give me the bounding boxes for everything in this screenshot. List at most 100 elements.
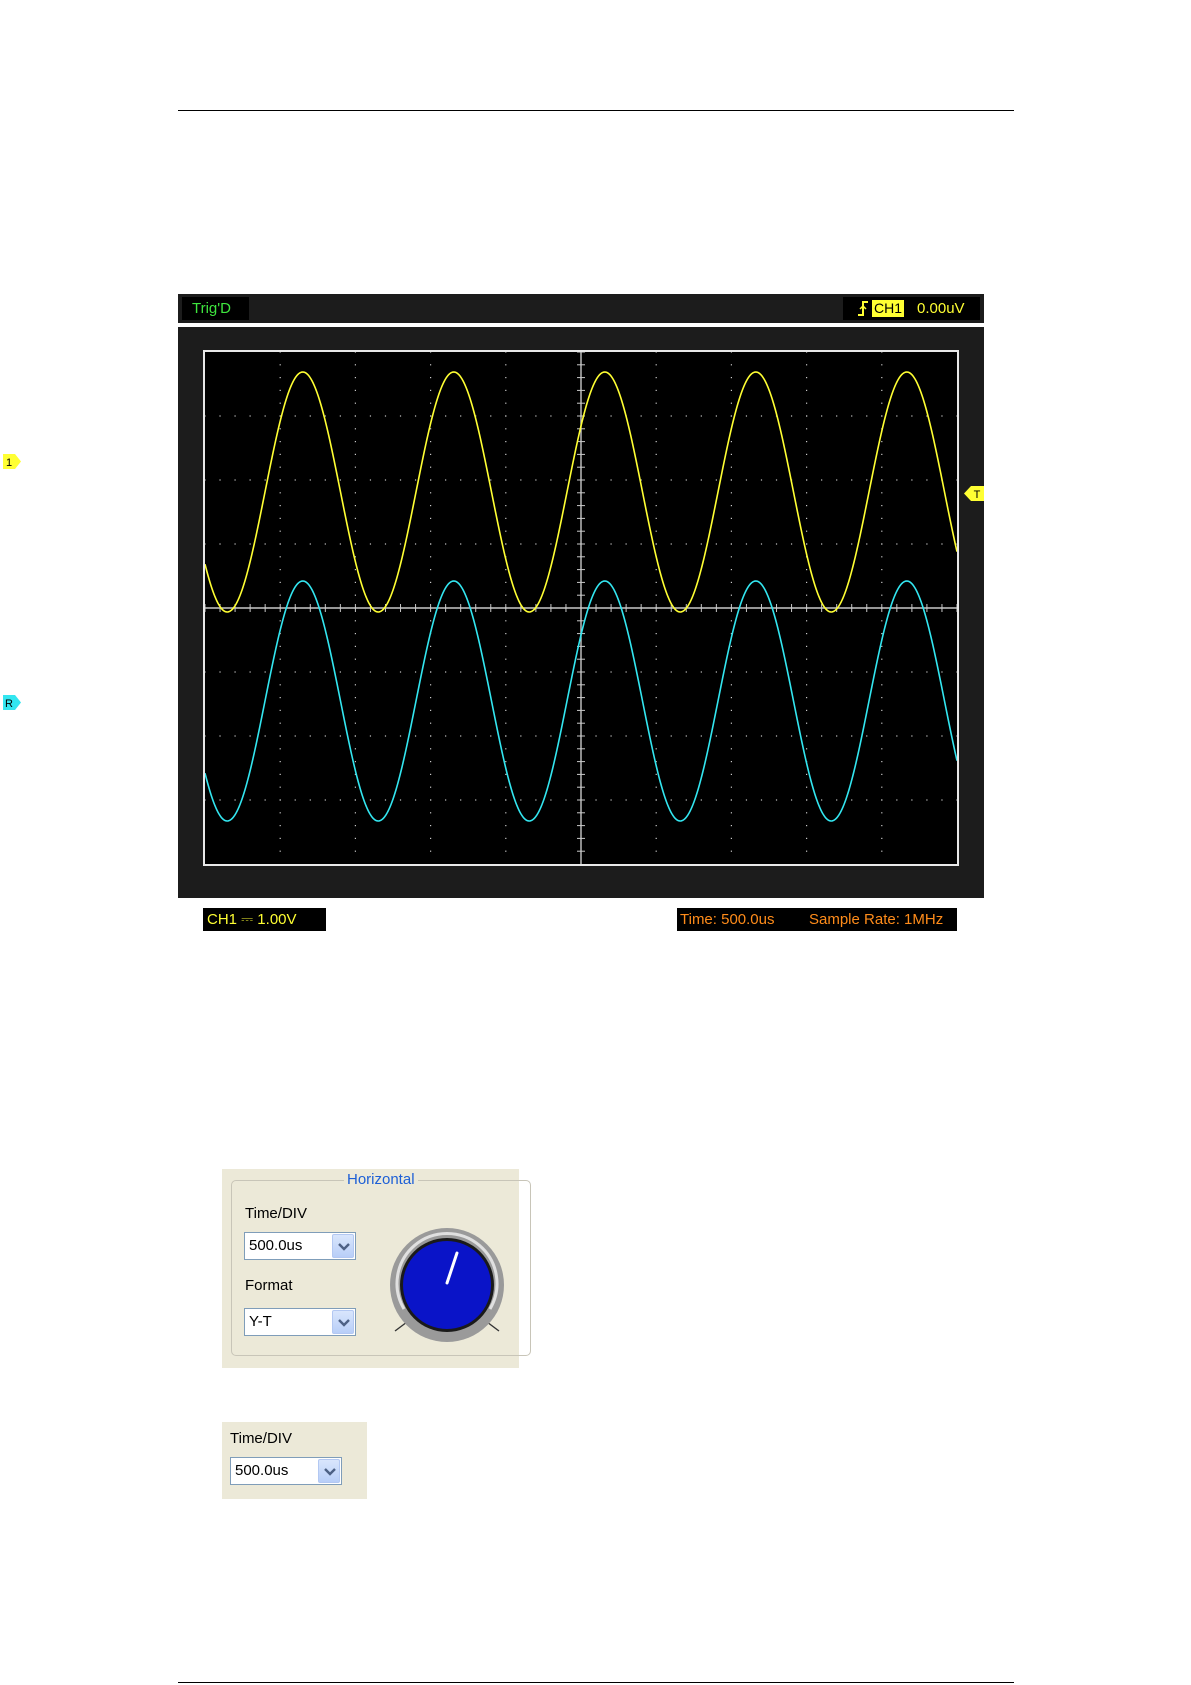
grid-dot (279, 389, 281, 391)
grid-dot (354, 761, 356, 763)
grid-dot (821, 543, 823, 545)
grid-dot (881, 684, 883, 686)
grid-dot (700, 479, 702, 481)
grid-dot (369, 479, 372, 481)
grid-dot (670, 415, 672, 417)
grid-dot (655, 389, 657, 391)
grid-dot (760, 543, 763, 545)
time-div-panel-select[interactable]: 500.0us (230, 1457, 342, 1485)
grid-dot (430, 658, 432, 660)
grid-dot (354, 441, 356, 443)
grid-dot (205, 671, 206, 673)
grid-dot (430, 530, 432, 532)
grid-dot (821, 479, 823, 481)
grid-dot (655, 684, 657, 686)
grid-dot (475, 543, 477, 545)
grid-dot (730, 786, 732, 788)
grid-dot (836, 415, 838, 417)
grid-dot (279, 441, 281, 443)
grid-dot (881, 352, 883, 353)
ref-level-marker[interactable]: R (3, 695, 21, 710)
grid-dot (730, 697, 732, 699)
grid-dot (730, 364, 732, 366)
grid-dot (655, 517, 657, 519)
grid-dot (806, 364, 808, 366)
time-div-panel-select-value: 500.0us (235, 1462, 289, 1479)
grid-dot (505, 428, 507, 430)
grid-dot (279, 530, 281, 532)
format-select[interactable]: Y-T (244, 1308, 356, 1336)
grid-dot (881, 850, 883, 852)
grid-dot (655, 748, 657, 750)
grid-dot (294, 415, 296, 417)
grid-dot (339, 799, 341, 801)
grid-dot (279, 761, 281, 763)
grid-dot (700, 799, 702, 801)
grid-dot (730, 543, 732, 545)
grid-dot (354, 671, 356, 673)
grid-dot (445, 543, 447, 545)
grid-dot (700, 543, 702, 545)
grid-dot (655, 633, 657, 635)
trigger-level: 0.00uV (917, 300, 965, 317)
grid-dot (851, 671, 853, 673)
trigger-info: CH1 0.00uV (843, 297, 980, 320)
grid-dot (956, 415, 957, 417)
grid-dot (806, 594, 808, 596)
grid-dot (505, 825, 507, 827)
grid-dot (806, 479, 808, 481)
grid-dot (430, 415, 432, 417)
grid-dot (520, 415, 522, 417)
grid-dot (264, 735, 266, 737)
grid-dot (505, 684, 507, 686)
timebase-readout: Time: 500.0us Sample Rate: 1MHz (677, 908, 957, 931)
grid-dot (445, 479, 447, 481)
horizontal-panel: Horizontal Time/DIV 500.0us Format Y-T (222, 1169, 531, 1368)
grid-dot (806, 543, 808, 545)
grid-dot (655, 620, 657, 622)
time-div-select[interactable]: 500.0us (244, 1232, 356, 1260)
grid-dot (655, 352, 657, 353)
grid-dot (760, 799, 763, 801)
grid-dot (445, 415, 447, 417)
grid-dot (881, 645, 883, 647)
grid-dot (460, 479, 462, 481)
time-div-dropdown-button[interactable] (332, 1234, 354, 1258)
rotary-knob-icon[interactable] (387, 1227, 507, 1345)
grid-dot (730, 517, 732, 519)
grid-dot (354, 505, 356, 507)
grid-dot (279, 748, 281, 750)
grid-dot (550, 735, 552, 737)
grid-dot (565, 415, 567, 417)
grid-dot (354, 684, 356, 686)
grid-dot (655, 466, 657, 468)
grid-dot (730, 581, 732, 583)
time-per-div-readout: Time: 500.0us (680, 911, 775, 928)
grid-dot (309, 415, 311, 417)
time-div-panel-dropdown-button[interactable] (318, 1459, 340, 1483)
grid-dot (430, 684, 432, 686)
ch1-level-marker[interactable]: 1 (3, 454, 21, 469)
grid-dot (730, 505, 732, 507)
grid-dot (279, 722, 281, 724)
grid-dot (279, 543, 281, 545)
grid-dot (806, 812, 808, 814)
format-dropdown-button[interactable] (332, 1310, 354, 1334)
grid-dot (655, 543, 657, 545)
grid-dot (354, 402, 356, 404)
grid-dot (655, 850, 657, 852)
grid-dot (881, 812, 883, 814)
trigger-level-marker[interactable]: T (964, 486, 984, 501)
grid-dot (896, 671, 898, 673)
grid-dot (354, 658, 356, 660)
grid-dot (354, 466, 356, 468)
grid-dot (881, 658, 883, 660)
grid-dot (640, 671, 642, 673)
time-div-panel-label: Time/DIV (230, 1430, 292, 1447)
grid-dot (505, 569, 507, 571)
grid-dot (369, 671, 372, 673)
grid-dot (369, 799, 372, 801)
time-div-select-value: 500.0us (249, 1237, 303, 1254)
grid-dot (505, 722, 507, 724)
grid-dot (730, 748, 732, 750)
